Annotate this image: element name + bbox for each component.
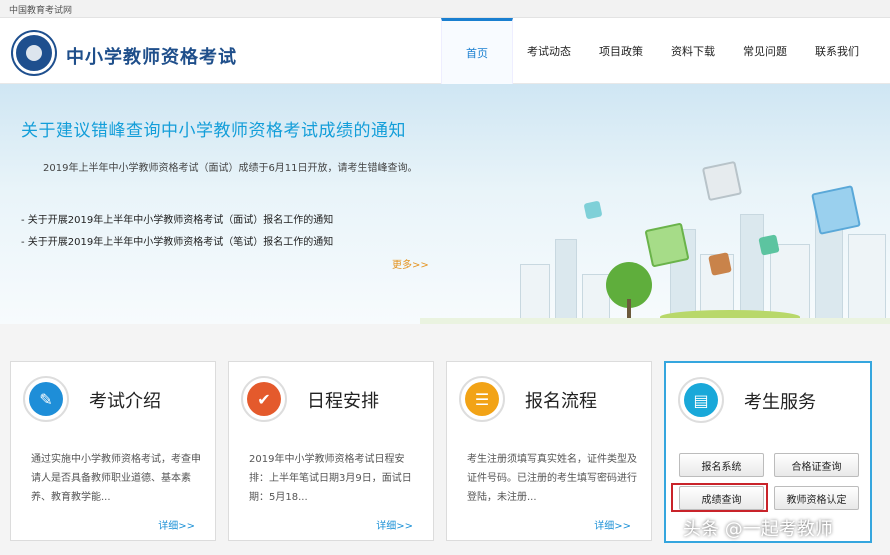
document-edit-icon: ✎ [29,382,63,416]
nav-downloads[interactable]: 资料下载 [657,18,729,84]
site-name[interactable]: 中国教育考试网 [9,6,72,16]
nav-faq[interactable]: 常见问题 [729,18,801,84]
form-pencil-icon: ☰ [465,382,499,416]
decorative-cube-icon [811,185,861,235]
nav-exam-news[interactable]: 考试动态 [513,18,585,84]
news-link[interactable]: 关于开展2019年上半年中小学教师资格考试（笔试）报名工作的通知 [21,233,333,255]
card-description: 通过实施中小学教师资格考试，考查申请人是否具备教师职业道德、基本素养、教育教学能… [31,454,201,503]
site-title[interactable]: 中小学教师资格考试 [66,43,237,69]
card-detail-link[interactable]: 详细>> [376,517,413,532]
news-link[interactable]: 关于开展2019年上半年中小学教师资格考试（面试）报名工作的通知 [21,211,333,233]
card-detail-link[interactable]: 详细>> [158,517,195,532]
decorative-cube-icon [708,252,732,276]
main-nav: 首页 考试动态 项目政策 资料下载 常见问题 联系我们 [441,18,873,84]
card-schedule[interactable]: ✔ 日程安排 2019年中小学教师资格考试日程安排：上半年笔试日期3月9日，面试… [228,361,434,541]
card-title: 报名流程 [525,391,597,412]
decorative-cube-icon [758,234,780,256]
decorative-cube-icon [701,160,743,202]
news-banner: 关于建议错峰查询中小学教师资格考试成绩的通知 2019年上半年中小学教师资格考试… [0,84,890,324]
nav-contact[interactable]: 联系我们 [801,18,873,84]
top-bar: 中国教育考试网 [0,0,890,18]
decorative-cube-icon [583,200,603,220]
address-book-icon: ▤ [684,383,718,417]
nav-policy[interactable]: 项目政策 [585,18,657,84]
logo-emblem-icon[interactable] [13,32,55,74]
card-description: 2019年中小学教师资格考试日程安排：上半年笔试日期3月9日，面试日期：5月18… [249,454,412,503]
city-illustration [420,84,890,324]
teacher-certification-button[interactable]: 教师资格认定 [774,486,859,510]
banner-news-list: 关于开展2019年上半年中小学教师资格考试（面试）报名工作的通知 关于开展201… [21,211,333,255]
certificate-query-button[interactable]: 合格证查询 [774,453,859,477]
card-title: 考试介绍 [89,391,161,412]
card-detail-link[interactable]: 详细>> [594,517,631,532]
nav-home[interactable]: 首页 [441,18,513,84]
decorative-cube-icon [644,222,690,268]
watermark-text: 头条 @一起考教师 [683,519,833,540]
score-query-highlight-box [671,483,768,512]
card-exam-intro[interactable]: ✎ 考试介绍 通过实施中小学教师资格考试，考查申请人是否具备教师职业道德、基本素… [10,361,216,541]
card-title: 考生服务 [744,392,816,413]
registration-system-button[interactable]: 报名系统 [679,453,764,477]
card-registration-process[interactable]: ☰ 报名流程 考生注册须填写真实姓名，证件类型及证件号码。已注册的考生填写密码进… [446,361,652,541]
banner-summary: 2019年上半年中小学教师资格考试（面试）成绩于6月11日开放，请考生错峰查询。 [43,163,418,174]
checkmark-icon: ✔ [247,382,281,416]
header: 中小学教师资格考试 首页 考试动态 项目政策 资料下载 常见问题 联系我们 [0,18,890,84]
card-title: 日程安排 [307,391,379,412]
banner-headline[interactable]: 关于建议错峰查询中小学教师资格考试成绩的通知 [21,116,406,141]
card-description: 考生注册须填写真实姓名，证件类型及证件号码。已注册的考生填写密码进行登陆，未注册… [467,454,637,503]
